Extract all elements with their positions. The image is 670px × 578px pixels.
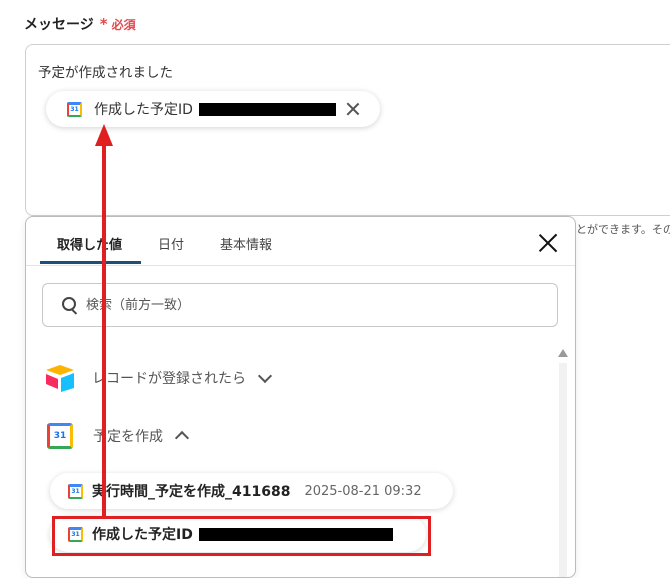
highlight-box bbox=[52, 516, 431, 556]
list-item-execution-time[interactable]: 実行時間_予定を作成_411688 2025-08-21 09:32 bbox=[50, 473, 453, 509]
required-text: 必須 bbox=[111, 17, 136, 32]
section-label: レコードが登録されたら bbox=[92, 371, 246, 387]
redacted-value bbox=[198, 102, 336, 116]
section-create-event[interactable]: 予定を作成 bbox=[47, 423, 190, 449]
annotation-arrow bbox=[102, 142, 106, 518]
section-record-registered[interactable]: レコードが登録されたら bbox=[44, 363, 273, 393]
airtable-icon bbox=[46, 365, 74, 392]
tab-date[interactable]: 日付 bbox=[158, 234, 184, 253]
chip-label: 作成した予定ID bbox=[94, 102, 193, 118]
tab-basic-info[interactable]: 基本情報 bbox=[220, 234, 272, 253]
search-field[interactable] bbox=[42, 283, 558, 327]
arrow-head-icon bbox=[95, 124, 113, 146]
active-tab-indicator bbox=[40, 261, 141, 264]
message-text: 予定が作成されました bbox=[38, 65, 173, 81]
google-calendar-icon bbox=[67, 101, 82, 117]
scroll-up-arrow-icon[interactable] bbox=[558, 349, 568, 357]
scrollbar-track[interactable] bbox=[559, 363, 567, 577]
tab-bar: 取得した値 日付 基本情報 bbox=[26, 217, 575, 266]
field-label-row: メッセージ * 必須 bbox=[24, 14, 136, 34]
search-icon bbox=[62, 297, 78, 313]
google-calendar-icon bbox=[68, 483, 83, 499]
required-mark: * bbox=[99, 15, 108, 33]
tab-obtained-values[interactable]: 取得した値 bbox=[57, 234, 122, 253]
search-input[interactable] bbox=[84, 296, 488, 314]
close-icon[interactable] bbox=[538, 233, 558, 253]
chevron-up-icon bbox=[174, 430, 190, 446]
item-label: 実行時間_予定を作成_411688 bbox=[92, 484, 291, 500]
google-calendar-icon bbox=[47, 423, 73, 449]
field-label: メッセージ bbox=[24, 17, 94, 33]
helper-text: とができます。その bbox=[576, 223, 670, 236]
chip-remove-icon[interactable] bbox=[346, 102, 360, 116]
chevron-down-icon bbox=[257, 368, 273, 384]
variable-chip[interactable]: 作成した予定ID bbox=[46, 91, 380, 127]
message-textarea[interactable]: 予定が作成されました 作成した予定ID bbox=[25, 44, 670, 216]
item-value: 2025-08-21 09:32 bbox=[304, 483, 422, 499]
